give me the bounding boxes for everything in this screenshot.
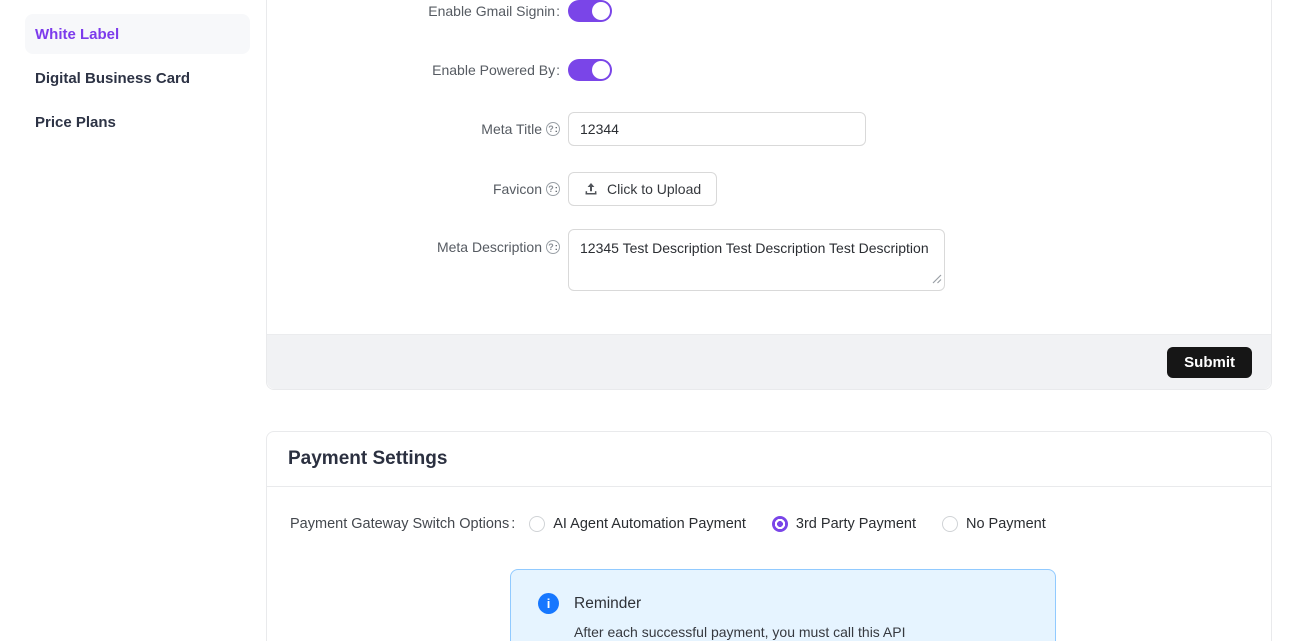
sidebar-item-label: Price Plans [35,114,116,131]
reminder-title: Reminder [574,595,641,613]
radio-label: 3rd Party Payment [796,516,916,532]
payment-settings-header: Payment Settings [267,432,1271,487]
sidebar-item-price-plans[interactable]: Price Plans [25,102,250,142]
meta-title-label: Meta Title ? [267,121,560,137]
enable-powered-by-row: Enable Powered By [267,59,1271,81]
toggle-knob [592,2,610,20]
settings-sidebar: White Label Digital Business Card Price … [25,14,250,146]
radio-ai-agent-automation-payment[interactable]: AI Agent Automation Payment [529,516,746,532]
meta-description-field-wrap: 12345 Test Description Test Description … [568,229,945,296]
sidebar-item-digital-business-card[interactable]: Digital Business Card [25,58,250,98]
form-footer-bar: Submit [267,334,1271,389]
info-icon: i [538,593,559,614]
sidebar-item-white-label[interactable]: White Label [25,14,250,54]
label-text: Enable Powered By [432,62,560,78]
enable-gmail-signin-label: Enable Gmail Signin [267,3,560,19]
upload-icon [584,182,598,196]
meta-title-input[interactable] [568,112,866,146]
favicon-label: Favicon ? [267,181,560,197]
label-text: Enable Gmail Signin [428,3,560,19]
label-text: Favicon [493,181,542,197]
radio-no-payment[interactable]: No Payment [942,516,1046,532]
favicon-upload-button[interactable]: Click to Upload [568,172,717,206]
meta-description-row: Meta Description ? 12345 Test Descriptio… [267,229,1271,291]
enable-powered-by-toggle[interactable] [568,59,612,81]
meta-description-textarea[interactable]: 12345 Test Description Test Description … [568,229,945,291]
radio-label: AI Agent Automation Payment [553,516,746,532]
help-icon[interactable]: ? [546,240,560,254]
toggle-knob [592,61,610,79]
payment-gateway-options-row: Payment Gateway Switch Options AI Agent … [290,516,1058,532]
radio-icon [772,516,788,532]
payment-settings-title: Payment Settings [288,448,447,470]
enable-gmail-signin-toggle[interactable] [568,0,612,22]
help-icon[interactable]: ? [546,182,560,196]
meta-description-label: Meta Description ? [267,239,560,255]
sidebar-item-label: Digital Business Card [35,70,190,87]
meta-title-row: Meta Title ? [267,112,1271,146]
white-label-settings-card: Enable Gmail Signin Enable Powered By Me… [266,0,1272,390]
radio-3rd-party-payment[interactable]: 3rd Party Payment [772,516,916,532]
sidebar-item-label: White Label [35,26,119,43]
label-text: Payment Gateway Switch Options [290,516,515,532]
payment-settings-card: Payment Settings Payment Gateway Switch … [266,431,1272,641]
radio-label: No Payment [966,516,1046,532]
label-text: Meta Description [437,239,542,255]
enable-gmail-signin-row: Enable Gmail Signin [267,0,1271,22]
favicon-row: Favicon ? Click to Upload [267,172,1271,206]
label-text: Meta Title [481,121,542,137]
radio-icon [942,516,958,532]
help-icon[interactable]: ? [546,122,560,136]
payment-gateway-options-label: Payment Gateway Switch Options [290,516,515,532]
reminder-body-text: After each successful payment, you must … [574,624,1055,640]
payment-reminder-alert: i Reminder After each successful payment… [510,569,1056,641]
radio-icon [529,516,545,532]
enable-powered-by-label: Enable Powered By [267,62,560,78]
upload-button-label: Click to Upload [607,181,701,197]
reminder-header: i Reminder [538,593,1055,614]
submit-button[interactable]: Submit [1167,347,1252,378]
